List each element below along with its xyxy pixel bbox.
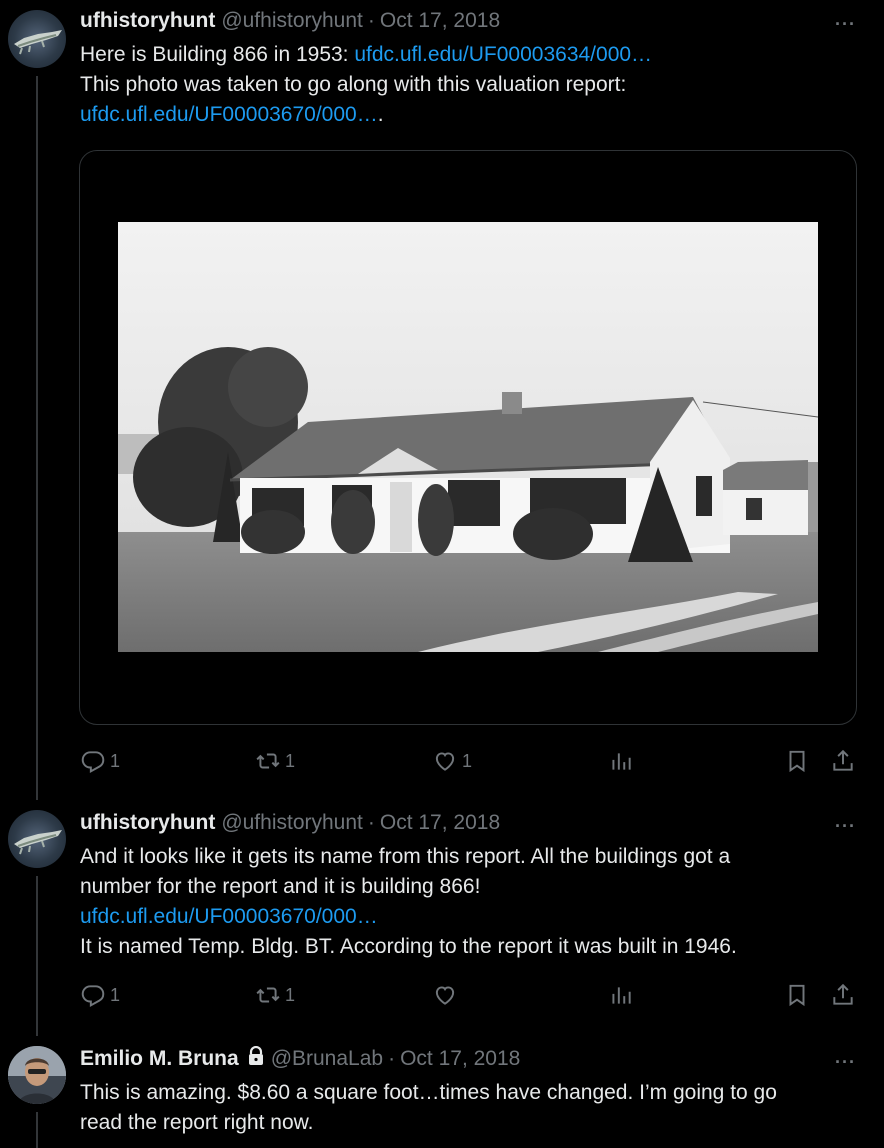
tweet-link[interactable]: ufdc.ufl.edu/UF00003670/000… — [80, 905, 378, 928]
tweet-text-segment: read the report right now. — [80, 1111, 314, 1134]
tweet-date[interactable]: Oct 17, 2018 — [380, 811, 500, 835]
retweet-count: 1 — [285, 984, 296, 1005]
tweet-text-line: ufdc.ufl.edu/UF00003670/000…. — [80, 100, 652, 130]
tweet-link[interactable]: ufdc.ufl.edu/UF00003634/000… — [354, 43, 652, 66]
tweet-text-line: Here is Building 866 in 1953: ufdc.ufl.e… — [80, 40, 652, 70]
tweet-actions: 1 1 — [0, 980, 884, 1010]
bookmark-icon — [789, 750, 805, 773]
views-button[interactable] — [608, 980, 634, 1010]
retweet-button[interactable]: 1 — [255, 980, 295, 1010]
heart-icon — [435, 986, 455, 1005]
tweet-text-line: It is named Temp. Bldg. BT. According to… — [80, 932, 737, 962]
user-handle[interactable]: @BrunaLab — [271, 1047, 383, 1071]
tweet-3[interactable]: Emilio M. Bruna @BrunaLab · Oct 17, 2018… — [0, 1045, 884, 1148]
separator-dot: · — [367, 9, 375, 32]
tweet-text-line: number for the report and it is building… — [80, 872, 737, 902]
bookmark-icon — [789, 984, 805, 1007]
avatar-ufhistoryhunt[interactable] — [8, 10, 66, 68]
avatar-brunalab[interactable] — [8, 1046, 66, 1104]
tweet-text-segment: Here is Building 866 in 1953: — [80, 43, 355, 66]
bookmark-button[interactable] — [784, 746, 810, 776]
reply-icon — [81, 985, 105, 1007]
tweet-text-segment: number for the report and it is building… — [80, 875, 481, 898]
tweet-header: ufhistoryhunt @ufhistoryhunt · Oct 17, 2… — [80, 8, 500, 34]
like-button[interactable]: 1 — [432, 746, 472, 776]
tweet-text-line: read the report right now. — [80, 1108, 777, 1138]
tweet-header: ufhistoryhunt @ufhistoryhunt · Oct 17, 2… — [80, 810, 500, 836]
share-button[interactable] — [830, 980, 856, 1010]
thread-line — [36, 76, 38, 788]
more-options-icon[interactable]: ··· — [835, 1052, 856, 1073]
like-button[interactable] — [432, 980, 458, 1010]
share-button[interactable] — [830, 746, 856, 776]
tweet-text: This is amazing. $8.60 a square foot…tim… — [80, 1078, 777, 1138]
reply-icon — [81, 751, 105, 773]
tweet-text-line: And it looks like it gets its name from … — [80, 842, 737, 872]
retweet-count: 1 — [285, 750, 296, 771]
retweet-button[interactable]: 1 — [255, 746, 295, 776]
display-name[interactable]: ufhistoryhunt — [80, 811, 215, 835]
tweet-header: Emilio M. Bruna @BrunaLab · Oct 17, 2018 — [80, 1045, 520, 1072]
bookmark-button[interactable] — [784, 980, 810, 1010]
lock-icon — [247, 1045, 265, 1072]
reply-button[interactable]: 1 — [80, 746, 120, 776]
heart-icon — [435, 752, 455, 771]
tweet-text-segment: It is named Temp. Bldg. BT. According to… — [80, 935, 737, 958]
views-chart-icon — [612, 987, 631, 1004]
tweet-link[interactable]: ufdc.ufl.edu/UF00003670/000… — [80, 103, 378, 126]
retweet-icon — [256, 753, 280, 769]
reply-count: 1 — [110, 984, 121, 1005]
tweet-2[interactable]: ufhistoryhunt @ufhistoryhunt · Oct 17, 2… — [0, 780, 884, 1036]
tweet-text-segment: And it looks like it gets its name from … — [80, 845, 731, 868]
separator-dot: · — [388, 1047, 396, 1070]
retweet-icon — [256, 987, 280, 1003]
tweet-text-line: This is amazing. $8.60 a square foot…tim… — [80, 1078, 777, 1108]
more-options-icon[interactable]: ··· — [835, 816, 856, 837]
tweet-text-line: ufdc.ufl.edu/UF00003670/000… — [80, 902, 737, 932]
tweet-text-segment: . — [377, 103, 384, 126]
separator-dot: · — [367, 811, 375, 834]
thread-line-top — [36, 780, 38, 800]
tweet-actions: 1 1 1 — [0, 746, 884, 776]
tweet-media[interactable] — [79, 150, 857, 725]
reply-count: 1 — [110, 750, 121, 771]
reply-button[interactable]: 1 — [80, 980, 120, 1010]
tweet-text: And it looks like it gets its name from … — [80, 842, 737, 962]
tweet-date[interactable]: Oct 17, 2018 — [380, 9, 500, 33]
more-options-icon[interactable]: ··· — [835, 14, 856, 35]
user-handle[interactable]: @ufhistoryhunt — [221, 811, 363, 835]
display-name[interactable]: Emilio M. Bruna — [80, 1047, 239, 1071]
views-chart-icon — [612, 753, 631, 770]
tweet-text: Here is Building 866 in 1953: ufdc.ufl.e… — [80, 40, 652, 130]
tweet-date[interactable]: Oct 17, 2018 — [400, 1047, 520, 1071]
building-photo[interactable] — [118, 222, 818, 652]
tweet-text-line: This photo was taken to go along with th… — [80, 70, 652, 100]
tweet-text-segment: This is amazing. $8.60 a square foot…tim… — [80, 1081, 777, 1104]
share-icon — [833, 749, 853, 771]
thread-line — [36, 1112, 38, 1148]
views-button[interactable] — [608, 746, 634, 776]
user-handle[interactable]: @ufhistoryhunt — [221, 9, 363, 33]
thread-line — [36, 876, 38, 1036]
display-name[interactable]: ufhistoryhunt — [80, 9, 215, 33]
like-count: 1 — [462, 750, 473, 771]
tweet-1[interactable]: ufhistoryhunt @ufhistoryhunt · Oct 17, 2… — [0, 8, 884, 788]
share-icon — [833, 983, 853, 1005]
tweet-text-segment: This photo was taken to go along with th… — [80, 73, 627, 96]
avatar-ufhistoryhunt[interactable] — [8, 810, 66, 868]
